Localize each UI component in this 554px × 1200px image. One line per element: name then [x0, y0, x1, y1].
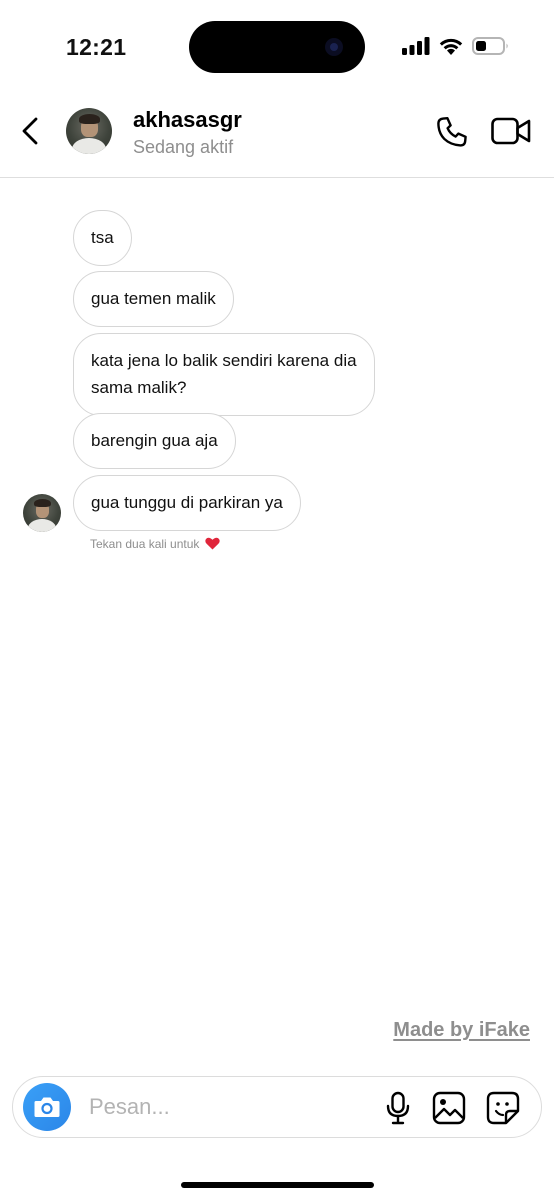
double-tap-hint: Tekan dua kali untuk	[90, 537, 220, 551]
message-composer	[12, 1076, 542, 1138]
home-indicator[interactable]	[181, 1182, 374, 1188]
chat-header: akhasasgr Sedang aktif	[0, 96, 554, 178]
contact-username[interactable]: akhasasgr	[133, 107, 242, 133]
message-bubble[interactable]: tsa	[73, 210, 132, 266]
chevron-left-icon[interactable]	[18, 116, 44, 146]
camera-button[interactable]	[23, 1083, 71, 1131]
phone-icon[interactable]	[436, 116, 468, 148]
contact-avatar[interactable]	[66, 108, 112, 154]
microphone-icon[interactable]	[383, 1091, 413, 1125]
status-icons	[402, 36, 510, 55]
video-camera-icon[interactable]	[491, 117, 531, 145]
double-tap-hint-text: Tekan dua kali untuk	[90, 537, 200, 551]
watermark: Made by iFake	[393, 1019, 530, 1041]
message-bubble[interactable]: barengin gua aja	[73, 413, 236, 469]
camera-icon	[34, 1097, 60, 1117]
image-icon[interactable]	[432, 1091, 466, 1125]
sender-avatar[interactable]	[23, 494, 61, 532]
front-camera-icon	[325, 38, 343, 56]
contact-presence: Sedang aktif	[133, 137, 234, 157]
dynamic-island	[189, 21, 365, 73]
wifi-icon	[439, 38, 463, 55]
dm-screen: 12:21 akhasasgr Sedang aktif tsa gua tem…	[0, 0, 554, 1200]
message-bubble[interactable]: kata jena lo balik sendiri karena dia sa…	[73, 333, 375, 416]
sticker-icon[interactable]	[486, 1091, 520, 1125]
battery-icon	[472, 36, 508, 55]
message-input[interactable]	[89, 1091, 359, 1123]
heart-icon	[205, 537, 220, 550]
message-bubble[interactable]: gua tunggu di parkiran ya	[73, 475, 301, 531]
cellular-signal-icon	[402, 36, 430, 55]
message-bubble[interactable]: gua temen malik	[73, 271, 234, 327]
status-time: 12:21	[66, 34, 127, 60]
